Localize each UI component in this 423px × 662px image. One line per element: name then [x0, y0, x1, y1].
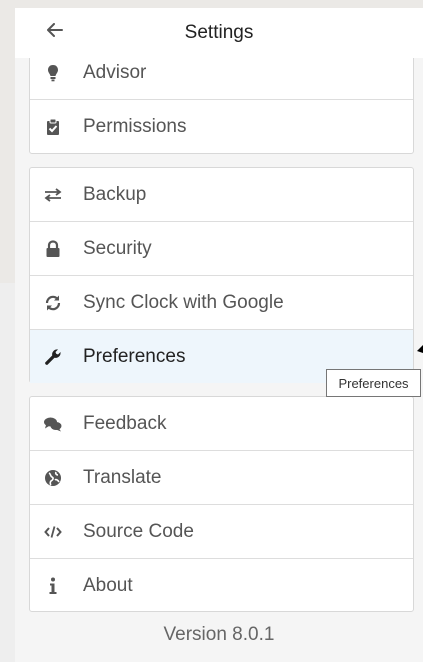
- comments-icon: [42, 414, 64, 434]
- version-label: Version 8.0.1: [163, 624, 275, 645]
- clipboard-check-icon: [42, 117, 64, 137]
- menu-item-label: Feedback: [83, 412, 167, 434]
- menu-item-sync-clock[interactable]: Sync Clock with Google: [30, 276, 413, 330]
- menu-item-label: Preferences: [83, 345, 186, 367]
- lightbulb-icon: [42, 63, 64, 83]
- menu-item-permissions[interactable]: Permissions: [30, 100, 413, 153]
- menu-item-backup[interactable]: Backup: [30, 168, 413, 222]
- menu-item-label: About: [83, 574, 133, 596]
- wrench-icon: [42, 347, 64, 367]
- menu-item-label: Backup: [83, 183, 147, 205]
- info-icon: [42, 576, 64, 596]
- settings-group-info: Feedback Translate Source Code About: [29, 396, 414, 612]
- menu-item-label: Security: [83, 237, 152, 259]
- menu-item-label: Translate: [83, 466, 162, 488]
- menu-item-translate[interactable]: Translate: [30, 451, 413, 505]
- globe-icon: [42, 468, 64, 488]
- menu-item-label: Source Code: [83, 520, 194, 542]
- settings-group-data: Backup Security Sync Clock with Google P…: [29, 167, 414, 383]
- code-icon: [42, 522, 64, 542]
- exchange-icon: [42, 185, 64, 205]
- menu-item-label: Advisor: [83, 61, 147, 83]
- menu-item-label: Sync Clock with Google: [83, 291, 284, 313]
- settings-header: Settings: [15, 8, 423, 58]
- menu-item-source-code[interactable]: Source Code: [30, 505, 413, 559]
- tooltip: Preferences: [326, 369, 421, 397]
- menu-item-feedback[interactable]: Feedback: [30, 397, 413, 451]
- menu-item-about[interactable]: About: [30, 559, 413, 612]
- sync-icon: [42, 293, 64, 313]
- menu-item-security[interactable]: Security: [30, 222, 413, 276]
- menu-item-label: Permissions: [83, 115, 187, 137]
- mouse-cursor: [417, 345, 423, 359]
- page-title: Settings: [184, 22, 254, 43]
- settings-group-app: Advisor Permissions: [29, 45, 414, 154]
- lock-icon: [42, 239, 64, 259]
